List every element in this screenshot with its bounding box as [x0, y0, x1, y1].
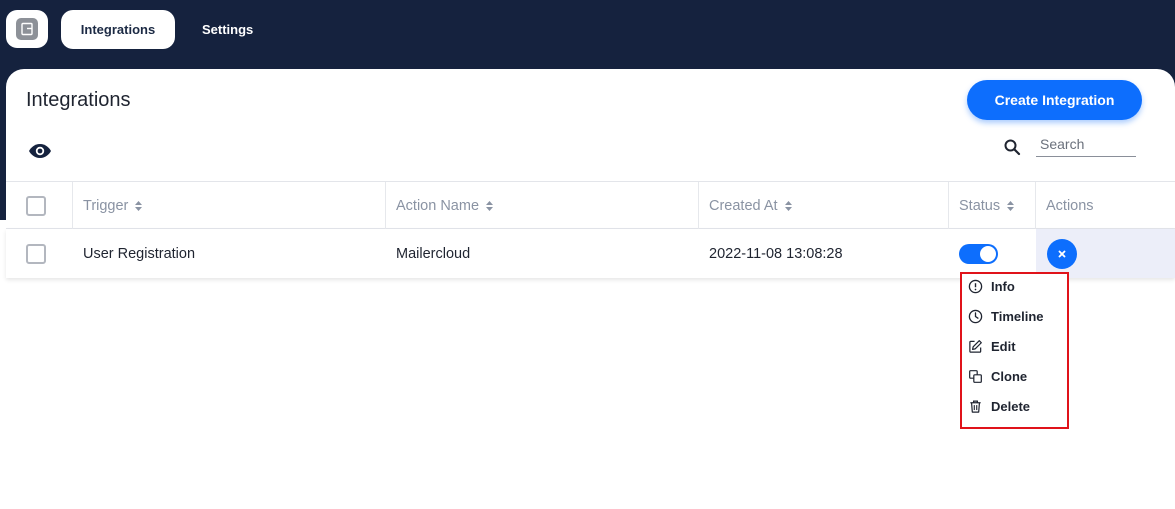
- eye-icon[interactable]: [28, 141, 52, 161]
- column-label: Action Name: [396, 197, 480, 214]
- menu-item-clone[interactable]: Clone: [968, 364, 1027, 388]
- actions-menu: Info Timeline Edit Clone Delete: [960, 272, 1069, 429]
- info-icon: [968, 279, 983, 293]
- close-icon: [1058, 250, 1066, 258]
- column-header-actions: Actions: [1036, 182, 1175, 229]
- select-all-checkbox[interactable]: [26, 195, 46, 216]
- app-logo-icon: [16, 18, 38, 40]
- menu-item-label: Info: [991, 278, 1015, 294]
- column-label: Trigger: [83, 197, 129, 214]
- menu-item-delete[interactable]: Delete: [968, 394, 1030, 418]
- create-integration-button[interactable]: Create Integration: [967, 80, 1142, 120]
- close-actions-button[interactable]: [1047, 239, 1077, 269]
- cell-action-name: Mailercloud: [396, 245, 471, 262]
- cell-created-at: 2022-11-08 13:08:28: [709, 245, 843, 262]
- tab-settings[interactable]: Settings: [187, 10, 268, 49]
- cell-status: [949, 229, 1036, 278]
- sort-icon[interactable]: [135, 200, 143, 211]
- table-row: User Registration Mailercloud 2022-11-08…: [6, 229, 1175, 278]
- status-toggle[interactable]: [959, 243, 998, 264]
- cell-actions: [1036, 229, 1175, 278]
- toggle-knob: [980, 245, 996, 262]
- menu-item-label: Clone: [991, 368, 1028, 384]
- row-checkbox[interactable]: [26, 243, 46, 264]
- sort-icon[interactable]: [1007, 200, 1015, 211]
- column-header-action-name[interactable]: Action Name: [386, 182, 699, 229]
- menu-item-label: Edit: [991, 338, 1016, 354]
- menu-item-info[interactable]: Info: [968, 274, 1015, 298]
- sort-icon[interactable]: [784, 200, 792, 211]
- cell-trigger: User Registration: [83, 245, 196, 262]
- app-logo[interactable]: [6, 10, 48, 48]
- menu-item-edit[interactable]: Edit: [968, 334, 1016, 358]
- menu-item-label: Timeline: [991, 308, 1044, 324]
- column-label: Status: [959, 197, 1001, 214]
- menu-item-timeline[interactable]: Timeline: [968, 304, 1044, 328]
- page-title: Integrations: [26, 89, 131, 111]
- integrations-table: Trigger Action Name Created At Status Ac…: [6, 181, 1175, 278]
- search-input[interactable]: [1036, 131, 1136, 157]
- row-select-cell: [6, 229, 73, 278]
- tab-integrations[interactable]: Integrations: [61, 10, 175, 49]
- table-header: Trigger Action Name Created At Status Ac…: [6, 181, 1175, 229]
- search-icon[interactable]: [1003, 138, 1021, 156]
- column-label: Actions: [1046, 197, 1094, 214]
- trash-icon: [970, 400, 981, 413]
- sort-icon[interactable]: [486, 200, 494, 211]
- header-select-all: [6, 182, 73, 229]
- column-header-trigger[interactable]: Trigger: [73, 182, 386, 229]
- column-label: Created At: [709, 197, 778, 214]
- clone-icon: [969, 369, 982, 383]
- column-header-status[interactable]: Status: [949, 182, 1036, 229]
- column-header-created-at[interactable]: Created At: [699, 182, 949, 229]
- edit-icon: [969, 339, 982, 353]
- menu-item-label: Delete: [991, 398, 1031, 414]
- clock-icon: [968, 309, 983, 323]
